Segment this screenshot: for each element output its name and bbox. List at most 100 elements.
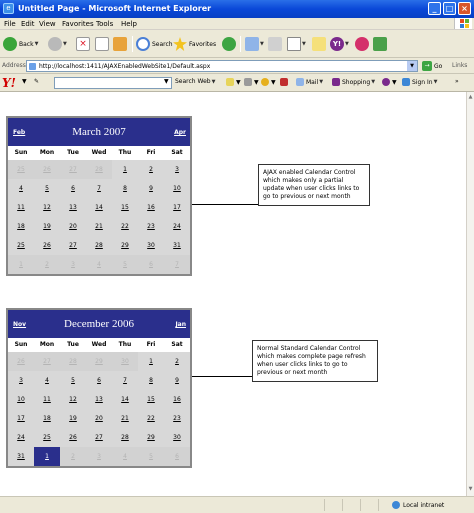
yahoo-search-input[interactable]: [54, 77, 172, 89]
day-cell[interactable]: 27: [86, 428, 112, 447]
home-button[interactable]: [113, 35, 127, 53]
day-cell[interactable]: 3: [86, 447, 112, 466]
selected-day-cell[interactable]: 1: [34, 447, 60, 466]
sign-in-button[interactable]: Sign In ▼: [402, 78, 437, 86]
day-cell[interactable]: 3: [8, 371, 34, 390]
day-cell[interactable]: 23: [138, 217, 164, 236]
day-cell[interactable]: 3: [164, 160, 190, 179]
day-cell[interactable]: 9: [164, 371, 190, 390]
day-cell[interactable]: 8: [112, 179, 138, 198]
day-cell[interactable]: 31: [164, 236, 190, 255]
day-cell[interactable]: 21: [86, 217, 112, 236]
day-cell[interactable]: 16: [164, 390, 190, 409]
favorites-button[interactable]: Favorites: [173, 35, 216, 53]
day-cell[interactable]: 17: [8, 409, 34, 428]
day-cell[interactable]: 28: [86, 160, 112, 179]
menu-edit[interactable]: Edit: [21, 20, 35, 28]
yahoo-messenger-button[interactable]: Y! ▼: [330, 35, 349, 53]
day-cell[interactable]: 2: [138, 160, 164, 179]
sparkle-button[interactable]: ▼: [244, 78, 259, 86]
history-button[interactable]: [222, 35, 236, 53]
day-cell[interactable]: 19: [60, 409, 86, 428]
search-button[interactable]: Search: [136, 35, 173, 53]
discuss-button[interactable]: [312, 35, 326, 53]
day-cell[interactable]: 10: [8, 390, 34, 409]
scroll-down-icon[interactable]: ▼: [467, 486, 474, 494]
day-cell[interactable]: 20: [86, 409, 112, 428]
day-cell[interactable]: 10: [164, 179, 190, 198]
day-cell[interactable]: 26: [34, 160, 60, 179]
day-cell[interactable]: 29: [112, 236, 138, 255]
day-cell[interactable]: 2: [34, 255, 60, 274]
address-input[interactable]: http://localhost:1411/AJAXEnabledWebSite…: [26, 60, 418, 72]
day-cell[interactable]: 20: [60, 217, 86, 236]
day-cell[interactable]: 5: [138, 447, 164, 466]
research-button[interactable]: [373, 35, 387, 53]
shopping-link[interactable]: Shopping ▼: [332, 78, 375, 86]
day-cell[interactable]: 22: [138, 409, 164, 428]
day-cell[interactable]: 6: [138, 255, 164, 274]
yahoo-logo[interactable]: Y!: [2, 76, 16, 90]
refresh-button[interactable]: [95, 35, 109, 53]
day-cell[interactable]: 7: [86, 179, 112, 198]
day-cell[interactable]: 8: [138, 371, 164, 390]
day-cell[interactable]: 28: [60, 352, 86, 371]
day-cell[interactable]: 4: [8, 179, 34, 198]
day-cell[interactable]: 16: [138, 198, 164, 217]
day-cell[interactable]: 19: [34, 217, 60, 236]
smiley-button[interactable]: ▼: [261, 78, 276, 86]
day-cell[interactable]: 24: [8, 428, 34, 447]
links-button[interactable]: Links: [452, 62, 467, 69]
day-cell[interactable]: 30: [138, 236, 164, 255]
menu-favorites[interactable]: Favorites: [62, 20, 94, 28]
day-cell[interactable]: 13: [86, 390, 112, 409]
day-cell[interactable]: 6: [60, 179, 86, 198]
vertical-scrollbar[interactable]: ▲ ▼: [466, 92, 474, 496]
day-cell[interactable]: 26: [8, 352, 34, 371]
day-cell[interactable]: 24: [164, 217, 190, 236]
day-cell[interactable]: 12: [60, 390, 86, 409]
day-cell[interactable]: 2: [60, 447, 86, 466]
next-month-link[interactable]: Apr: [174, 129, 186, 136]
yahoo-360-button[interactable]: ▼: [382, 78, 397, 86]
day-cell[interactable]: 13: [60, 198, 86, 217]
day-cell[interactable]: 27: [34, 352, 60, 371]
more-button[interactable]: »: [455, 78, 459, 85]
day-cell[interactable]: 5: [112, 255, 138, 274]
day-cell[interactable]: 15: [112, 198, 138, 217]
edit-button[interactable]: ▼: [287, 35, 306, 53]
day-cell[interactable]: 1: [8, 255, 34, 274]
day-cell[interactable]: 6: [164, 447, 190, 466]
day-cell[interactable]: 2: [164, 352, 190, 371]
day-cell[interactable]: 4: [86, 255, 112, 274]
day-cell[interactable]: 25: [8, 236, 34, 255]
day-cell[interactable]: 1: [138, 352, 164, 371]
menu-view[interactable]: View: [39, 20, 56, 28]
games-button[interactable]: [280, 78, 290, 86]
day-cell[interactable]: 15: [138, 390, 164, 409]
day-cell[interactable]: 5: [34, 179, 60, 198]
menu-help[interactable]: Help: [121, 20, 137, 28]
day-cell[interactable]: 26: [34, 236, 60, 255]
day-cell[interactable]: 11: [34, 390, 60, 409]
close-button[interactable]: ×: [458, 2, 471, 15]
scroll-up-icon[interactable]: ▲: [467, 94, 474, 102]
menu-file[interactable]: File: [4, 20, 16, 28]
highlight-button[interactable]: ▼: [226, 78, 241, 86]
search-web-button[interactable]: Search Web ▼: [175, 78, 215, 85]
menu-tools[interactable]: Tools: [96, 20, 113, 28]
day-cell[interactable]: 21: [112, 409, 138, 428]
day-cell[interactable]: 9: [138, 179, 164, 198]
day-cell[interactable]: 30: [112, 352, 138, 371]
day-cell[interactable]: 28: [86, 236, 112, 255]
day-cell[interactable]: 25: [8, 160, 34, 179]
mail-link[interactable]: Mail ▼: [296, 78, 323, 86]
day-cell[interactable]: 1: [112, 160, 138, 179]
day-cell[interactable]: 12: [34, 198, 60, 217]
day-cell[interactable]: 29: [86, 352, 112, 371]
day-cell[interactable]: 26: [60, 428, 86, 447]
day-cell[interactable]: 27: [60, 236, 86, 255]
day-cell[interactable]: 27: [60, 160, 86, 179]
day-cell[interactable]: 22: [112, 217, 138, 236]
day-cell[interactable]: 18: [8, 217, 34, 236]
